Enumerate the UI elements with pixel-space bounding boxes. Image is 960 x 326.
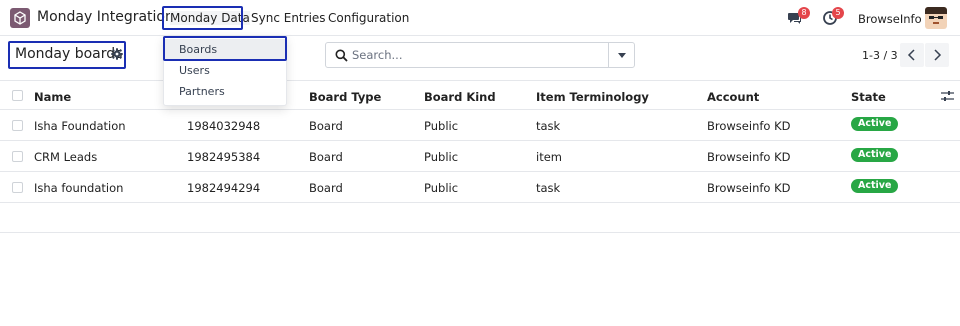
cell-board-type: Board bbox=[309, 181, 343, 195]
user-avatar[interactable] bbox=[925, 7, 947, 29]
cell-name: Isha Foundation bbox=[34, 119, 126, 133]
dropdown-item-users[interactable]: Users bbox=[179, 64, 210, 77]
dropdown-item-partners[interactable]: Partners bbox=[179, 85, 225, 98]
highlight-box-title bbox=[8, 41, 126, 69]
row-checkbox[interactable] bbox=[12, 151, 23, 162]
column-header-board-type[interactable]: Board Type bbox=[309, 90, 381, 104]
column-header-item-terminology[interactable]: Item Terminology bbox=[536, 90, 649, 104]
status-badge: Active bbox=[851, 179, 899, 193]
cell-account: Browseinfo KD bbox=[707, 150, 791, 164]
menu-sync-entries[interactable]: Sync Entries bbox=[251, 11, 326, 25]
status-badge: Active bbox=[851, 148, 899, 162]
search-icon bbox=[335, 49, 348, 62]
cell-board-kind: Public bbox=[424, 181, 459, 195]
column-header-state[interactable]: State bbox=[851, 90, 886, 104]
cell-name: Isha foundation bbox=[34, 181, 124, 195]
pager-previous-button[interactable] bbox=[900, 43, 924, 67]
top-navbar: Monday Integration Monday Data Sync Entr… bbox=[0, 0, 960, 36]
cell-board-kind: Public bbox=[424, 150, 459, 164]
pager-next-button[interactable] bbox=[925, 43, 949, 67]
column-header-account[interactable]: Account bbox=[707, 90, 759, 104]
search-bar bbox=[325, 42, 635, 68]
company-switcher[interactable]: BrowseInfo bbox=[858, 12, 922, 26]
row-checkbox[interactable] bbox=[12, 120, 23, 131]
cell-board-id: 1982494294 bbox=[187, 181, 261, 195]
highlight-box-menu bbox=[162, 6, 243, 30]
row-checkbox[interactable] bbox=[12, 182, 23, 193]
column-header-name[interactable]: Name bbox=[34, 90, 71, 104]
chat-badge: 8 bbox=[798, 7, 810, 19]
highlight-box-boards bbox=[163, 36, 287, 61]
app-name[interactable]: Monday Integration bbox=[37, 9, 174, 25]
cell-item-terminology: task bbox=[536, 119, 561, 133]
chevron-right-icon bbox=[934, 49, 942, 61]
optional-columns-icon[interactable] bbox=[941, 90, 954, 102]
cell-board-type: Board bbox=[309, 119, 343, 133]
search-options-toggle[interactable] bbox=[608, 43, 634, 67]
table-row[interactable]: CRM Leads 1982495384 Board Public item B… bbox=[0, 141, 960, 172]
cell-board-type: Board bbox=[309, 150, 343, 164]
column-header-board-kind[interactable]: Board Kind bbox=[424, 90, 496, 104]
caret-down-icon bbox=[618, 53, 626, 58]
cell-board-id: 1982495384 bbox=[187, 150, 261, 164]
table-row[interactable]: Isha Foundation 1984032948 Board Public … bbox=[0, 110, 960, 141]
search-input[interactable] bbox=[352, 46, 602, 64]
table-header: Name Board Type Board Kind Item Terminol… bbox=[0, 80, 960, 110]
menu-configuration[interactable]: Configuration bbox=[328, 11, 409, 25]
cell-name: CRM Leads bbox=[34, 150, 98, 164]
status-badge: Active bbox=[851, 117, 899, 131]
cell-account: Browseinfo KD bbox=[707, 181, 791, 195]
cell-board-kind: Public bbox=[424, 119, 459, 133]
activity-badge: 5 bbox=[832, 7, 844, 19]
cell-account: Browseinfo KD bbox=[707, 119, 791, 133]
cell-item-terminology: task bbox=[536, 181, 561, 195]
chevron-left-icon bbox=[907, 49, 915, 61]
pager-value[interactable]: 1-3 / 3 bbox=[862, 49, 898, 62]
table-footer-divider bbox=[0, 232, 960, 233]
cell-item-terminology: item bbox=[536, 150, 562, 164]
select-all-checkbox[interactable] bbox=[12, 90, 23, 101]
table-row[interactable]: Isha foundation 1982494294 Board Public … bbox=[0, 172, 960, 203]
cell-board-id: 1984032948 bbox=[187, 119, 261, 133]
app-icon[interactable] bbox=[10, 8, 30, 28]
